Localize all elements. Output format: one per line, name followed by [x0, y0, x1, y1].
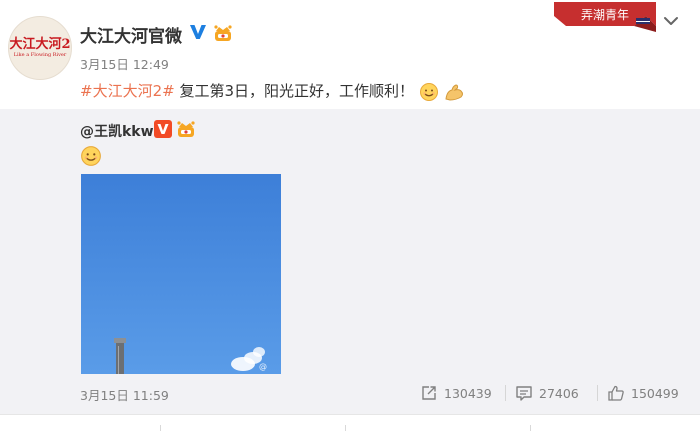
action-separator [597, 385, 598, 401]
fan-badge-icon [214, 25, 232, 41]
avatar-logo-subtitle: Like a Flowing River [13, 52, 67, 58]
avatar-logo-text: 大江大河2 [9, 37, 71, 52]
comment-count: 27406 [539, 385, 579, 401]
action-separator [505, 385, 506, 401]
user-name-link[interactable]: 大江大河官微 [80, 22, 182, 47]
verified-v-icon [190, 25, 206, 39]
fan-badge-icon [177, 121, 195, 137]
toolbar-divider [160, 425, 161, 431]
comment-icon [516, 386, 532, 401]
thumbs-up-icon [608, 385, 624, 401]
sky-photo[interactable]: @ [81, 174, 281, 374]
verified-v-badge-icon [154, 120, 172, 138]
repost-timestamp[interactable]: 3月15日 11:59 [80, 385, 169, 404]
repost-user-link[interactable]: @王凯kkw [80, 121, 154, 141]
share-button[interactable]: 130439 [420, 383, 492, 403]
smile-emoji [419, 82, 438, 101]
toolbar-divider [345, 425, 346, 431]
ribbon-label: 弄潮青年 [580, 8, 629, 22]
share-count: 130439 [444, 385, 492, 401]
avatar[interactable]: 大江大河2 Like a Flowing River [8, 16, 72, 80]
post-text: #大江大河2# 复工第3日，阳光正好，工作顺利！ [80, 80, 466, 102]
like-count: 150499 [631, 385, 679, 401]
photo-watermark: @ [259, 362, 267, 371]
smile-emoji [81, 146, 101, 166]
comment-button[interactable]: 27406 [515, 383, 579, 403]
post-body-text: 复工第3日，阳光正好，工作顺利！ [174, 82, 415, 100]
chevron-down-icon[interactable] [660, 10, 682, 32]
toolbar-divider [530, 425, 531, 431]
muscle-emoji [445, 83, 463, 101]
post-timestamp[interactable]: 3月15日 12:49 [80, 54, 169, 73]
bottom-toolbar [0, 414, 700, 431]
like-button[interactable]: 150499 [607, 383, 679, 403]
hashtag-link[interactable]: #大江大河2# [80, 82, 175, 100]
share-icon [422, 386, 436, 400]
